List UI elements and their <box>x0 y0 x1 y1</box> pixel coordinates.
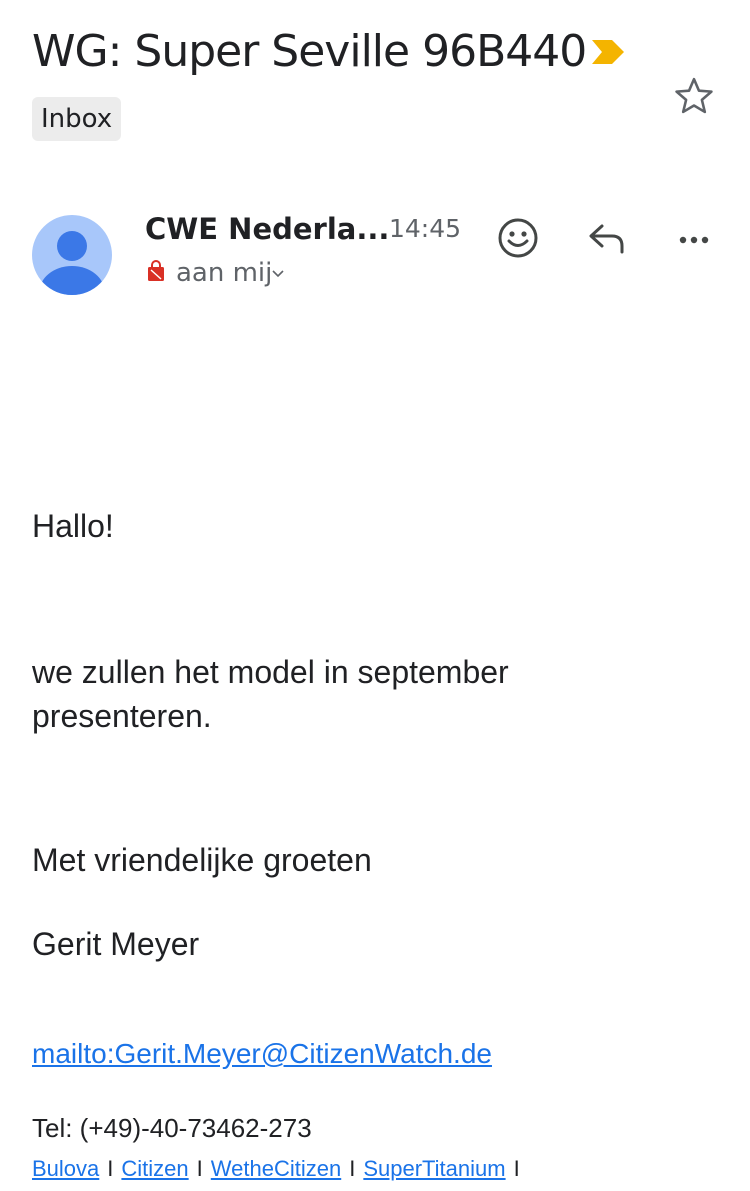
smiley-icon <box>498 218 538 258</box>
footer-separator: I <box>107 1156 114 1181</box>
body-paragraph: we zullen het model in september present… <box>32 654 509 734</box>
footer-links: Bulova I Citizen I WetheCitizen I SuperTitaniu… <box>32 1156 528 1182</box>
body-greeting: Hallo! <box>32 508 114 544</box>
shopping-bag-icon <box>148 260 164 281</box>
footer-separator: I <box>196 1156 203 1181</box>
footer-separator: I <box>513 1156 520 1181</box>
inbox-label[interactable]: Inbox <box>32 97 122 141</box>
star-icon[interactable] <box>672 74 716 118</box>
footer-link-bulova[interactable]: Bulova <box>32 1156 99 1181</box>
sender-avatar[interactable] <box>32 215 112 295</box>
sender-name[interactable]: CWE Nederla... <box>145 212 389 246</box>
more-horizontal-icon <box>679 236 709 244</box>
footer-link-wethecitizen[interactable]: WetheCitizen <box>211 1156 341 1181</box>
avatar-person-icon <box>39 231 105 295</box>
reply-icon <box>589 224 624 254</box>
footer-link-citizen[interactable]: Citizen <box>121 1156 188 1181</box>
chevron-down-icon[interactable] <box>270 268 286 280</box>
signature-name: Gerit Meyer <box>32 926 200 962</box>
reply-button[interactable] <box>582 214 630 262</box>
mailto-link[interactable]: mailto:Gerit.Meyer@CitizenWatch.de <box>32 1038 492 1070</box>
body-closing: Met vriendelijke groeten <box>32 842 372 878</box>
importance-marker-icon[interactable] <box>590 38 626 66</box>
email-subject: WG: Super Seville 96B440 <box>32 26 587 77</box>
footer-link-supertitanium[interactable]: SuperTitanium <box>363 1156 505 1181</box>
recipient-text[interactable]: aan mij <box>176 258 272 288</box>
more-options-button[interactable] <box>670 214 718 262</box>
footer-separator: I <box>349 1156 356 1181</box>
emoji-reaction-button[interactable] <box>494 214 542 262</box>
message-time: 14:45 <box>389 214 462 243</box>
telephone-text: Tel: (+49)-40-73462-273 <box>32 1113 312 1143</box>
